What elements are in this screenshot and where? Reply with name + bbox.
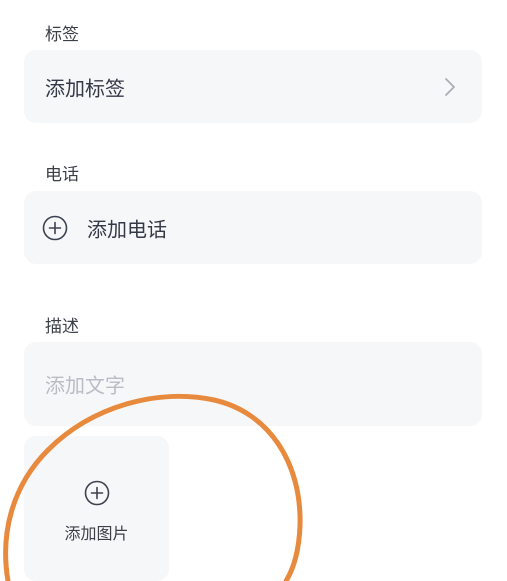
- add-phone-field[interactable]: 添加电话: [24, 191, 482, 264]
- tags-field-value: 添加标签: [45, 76, 125, 100]
- description-placeholder: 添加文字: [45, 373, 125, 398]
- tags-field[interactable]: 添加标签: [24, 50, 482, 123]
- description-section-label: 描述: [45, 317, 79, 337]
- add-image-button[interactable]: 添加图片: [24, 436, 169, 581]
- add-phone-label: 添加电话: [87, 217, 167, 241]
- contact-edit-form: 标签 添加标签 电话 添加电话 描述 添加文字 添加图片: [0, 0, 507, 581]
- tags-section-label: 标签: [45, 25, 79, 45]
- plus-circle-icon: [84, 480, 110, 506]
- add-image-label: 添加图片: [64, 524, 129, 543]
- description-field[interactable]: 添加文字: [24, 342, 482, 426]
- chevron-right-icon: [445, 77, 455, 96]
- plus-circle-icon: [42, 215, 68, 241]
- phone-section-label: 电话: [45, 165, 79, 185]
